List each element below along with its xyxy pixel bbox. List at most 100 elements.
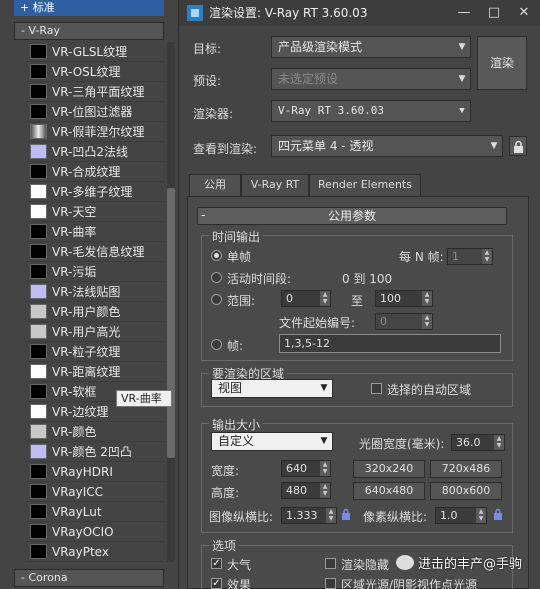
atmospherics-checkbox[interactable]: ✓ bbox=[211, 558, 222, 569]
title-bar[interactable]: 渲染设置: V-Ray RT 3.60.03 — □ ✕ bbox=[179, 0, 540, 26]
pixel-aspect-label: 像素纵横比: bbox=[363, 510, 428, 524]
map-swatch-icon bbox=[30, 524, 47, 539]
preset-320x240-button[interactable]: 320x240 bbox=[353, 460, 425, 478]
target-value: 产品级渲染模式 bbox=[278, 40, 363, 54]
map-list-item[interactable]: VR-用户高光 bbox=[26, 322, 164, 342]
window-title: 渲染设置: V-Ray RT 3.60.03 bbox=[209, 6, 368, 20]
output-size-preset-dropdown[interactable]: 自定义 ▼ bbox=[211, 432, 333, 451]
height-value: 480 bbox=[286, 484, 307, 497]
map-list-item[interactable]: VR-粒子纹理 bbox=[26, 342, 164, 362]
map-swatch-icon bbox=[30, 464, 47, 479]
map-list-item[interactable]: VR-毛发信息纹理 bbox=[26, 242, 164, 262]
auto-region-checkbox[interactable] bbox=[371, 383, 382, 394]
map-list-item[interactable]: VR-距离纹理 bbox=[26, 362, 164, 382]
scrollbar-thumb[interactable] bbox=[167, 188, 175, 458]
tab-common[interactable]: 公用 bbox=[189, 174, 241, 197]
width-label: 宽度: bbox=[211, 464, 240, 478]
range-end-spinner[interactable]: 100 ▲ ▼ bbox=[375, 290, 433, 307]
effects-checkbox[interactable]: ✓ bbox=[211, 578, 222, 589]
render-hidden-label: 渲染隐藏 bbox=[341, 558, 390, 572]
aperture-width-spinner[interactable]: 36.0 ▲ ▼ bbox=[451, 434, 505, 451]
pixel-aspect-spinner[interactable]: 1.0 ▲ ▼ bbox=[435, 507, 487, 524]
frames-input[interactable]: 1,3,5-12 bbox=[279, 334, 501, 353]
view-to-render-dropdown[interactable]: 四元菜单 4 - 透视 ▼ bbox=[271, 135, 503, 157]
map-name: VR-凹凸2法线 bbox=[52, 145, 129, 159]
renderer-dropdown[interactable]: V-Ray RT 3.60.03 ▼ bbox=[271, 100, 471, 122]
map-list-item[interactable]: VRayOCIO bbox=[26, 522, 164, 542]
rollout-collapse-icon[interactable]: - bbox=[201, 207, 205, 223]
common-parameters-rollout[interactable]: 公用参数 bbox=[197, 207, 507, 225]
preset-640x480-button[interactable]: 640x480 bbox=[353, 482, 425, 500]
map-list-item[interactable]: VRayPtex bbox=[26, 542, 164, 562]
frames-radio[interactable] bbox=[211, 339, 222, 350]
map-list-item[interactable]: VR-颜色 bbox=[26, 422, 164, 442]
map-list-item[interactable]: VRayHDRI bbox=[26, 462, 164, 482]
pixel-aspect-lock-button[interactable] bbox=[491, 506, 505, 524]
standard-category[interactable]: + 标准 bbox=[14, 0, 164, 16]
map-swatch-icon bbox=[30, 64, 47, 79]
map-list-item[interactable]: VR-合成纹理 bbox=[26, 162, 164, 182]
map-list-item[interactable]: VRayICC bbox=[26, 482, 164, 502]
map-swatch-icon bbox=[30, 204, 47, 219]
map-swatch-icon bbox=[30, 224, 47, 239]
map-list-item[interactable]: VR-三角平面纹理 bbox=[26, 82, 164, 102]
preset-720x486-button[interactable]: 720x486 bbox=[430, 460, 502, 478]
image-aspect-lock-button[interactable] bbox=[339, 506, 353, 524]
corona-rollout-header[interactable]: - Corona bbox=[14, 569, 164, 587]
map-list-item[interactable]: VR-颜色 2凹凸 bbox=[26, 442, 164, 462]
range-start-spinner[interactable]: 0 ▲ ▼ bbox=[281, 290, 331, 307]
view-lock-button[interactable] bbox=[509, 136, 527, 156]
map-swatch-icon bbox=[30, 104, 47, 119]
maximize-icon[interactable]: □ bbox=[479, 0, 509, 26]
render-button[interactable]: 渲染 bbox=[477, 36, 527, 90]
close-icon[interactable]: ✕ bbox=[509, 0, 539, 26]
file-number-spinner[interactable]: 0 ▲ ▼ bbox=[375, 313, 433, 330]
renderer-value: V-Ray RT 3.60.03 bbox=[278, 104, 384, 117]
map-list-item[interactable]: VR-凹凸2法线 bbox=[26, 142, 164, 162]
watermark: 进击的丰产@手驹 bbox=[396, 553, 536, 573]
render-hidden-checkbox[interactable] bbox=[325, 558, 336, 569]
map-name: VR-毛发信息纹理 bbox=[52, 245, 145, 259]
map-name: VR-用户高光 bbox=[52, 325, 121, 339]
image-aspect-spinner[interactable]: 1.333 ▲ ▼ bbox=[281, 507, 337, 524]
range-radio[interactable] bbox=[211, 294, 222, 305]
map-list-item[interactable]: VRayLut bbox=[26, 502, 164, 522]
map-name: VR-合成纹理 bbox=[52, 165, 121, 179]
preset-800x600-button[interactable]: 800x600 bbox=[430, 482, 502, 500]
minimize-icon[interactable]: — bbox=[449, 0, 479, 26]
options-title: 选项 bbox=[209, 537, 240, 554]
map-swatch-icon bbox=[30, 184, 47, 199]
map-list-item[interactable]: VR-曲率 bbox=[26, 222, 164, 242]
area-dropdown[interactable]: 视图 ▼ bbox=[211, 379, 333, 398]
vray-rollout-header[interactable]: - V-Ray bbox=[14, 22, 164, 40]
map-name: VRayOCIO bbox=[52, 525, 114, 539]
map-swatch-icon bbox=[30, 144, 47, 159]
map-list-item[interactable]: VR-多维子纹理 bbox=[26, 182, 164, 202]
tab-render-elements[interactable]: Render Elements bbox=[309, 174, 421, 196]
map-list-item[interactable]: VR-法线贴图 bbox=[26, 282, 164, 302]
every-n-spinner[interactable]: 1 ▲ ▼ bbox=[447, 248, 493, 265]
map-swatch-icon bbox=[30, 44, 47, 59]
map-list-item[interactable]: VR-GLSL纹理 bbox=[26, 42, 164, 62]
map-list-item[interactable]: VR-天空 bbox=[26, 202, 164, 222]
tab-vray-rt[interactable]: V-Ray RT bbox=[241, 174, 309, 196]
vray-map-list: VR-GLSL纹理 VR-OSL纹理 VR-三角平面纹理 VR-位图过滤器 VR-假菲涅… bbox=[26, 42, 164, 562]
lock-icon bbox=[342, 508, 350, 520]
map-name: VR-三角平面纹理 bbox=[52, 85, 145, 99]
target-label: 目标: bbox=[193, 42, 222, 56]
range-label: 范围: bbox=[227, 294, 256, 308]
area-lights-checkbox[interactable] bbox=[325, 578, 336, 589]
width-spinner[interactable]: 640 ▲ ▼ bbox=[281, 460, 331, 477]
height-spinner[interactable]: 480 ▲ ▼ bbox=[281, 482, 331, 499]
preset-dropdown[interactable]: 未选定预设 ▼ bbox=[271, 68, 471, 90]
map-list-item[interactable]: VR-假菲涅尔纹理 bbox=[26, 122, 164, 142]
map-list-item[interactable]: VR-用户颜色 bbox=[26, 302, 164, 322]
map-list-item[interactable]: VR-OSL纹理 bbox=[26, 62, 164, 82]
map-list-item[interactable]: VR-位图过滤器 bbox=[26, 102, 164, 122]
map-list-item[interactable]: VR-污垢 bbox=[26, 262, 164, 282]
single-frame-radio[interactable] bbox=[211, 250, 222, 261]
active-segment-radio[interactable] bbox=[211, 272, 222, 283]
target-dropdown[interactable]: 产品级渲染模式 ▼ bbox=[271, 36, 471, 58]
lock-icon bbox=[514, 140, 523, 153]
active-segment-label: 活动时间段: bbox=[227, 272, 292, 286]
